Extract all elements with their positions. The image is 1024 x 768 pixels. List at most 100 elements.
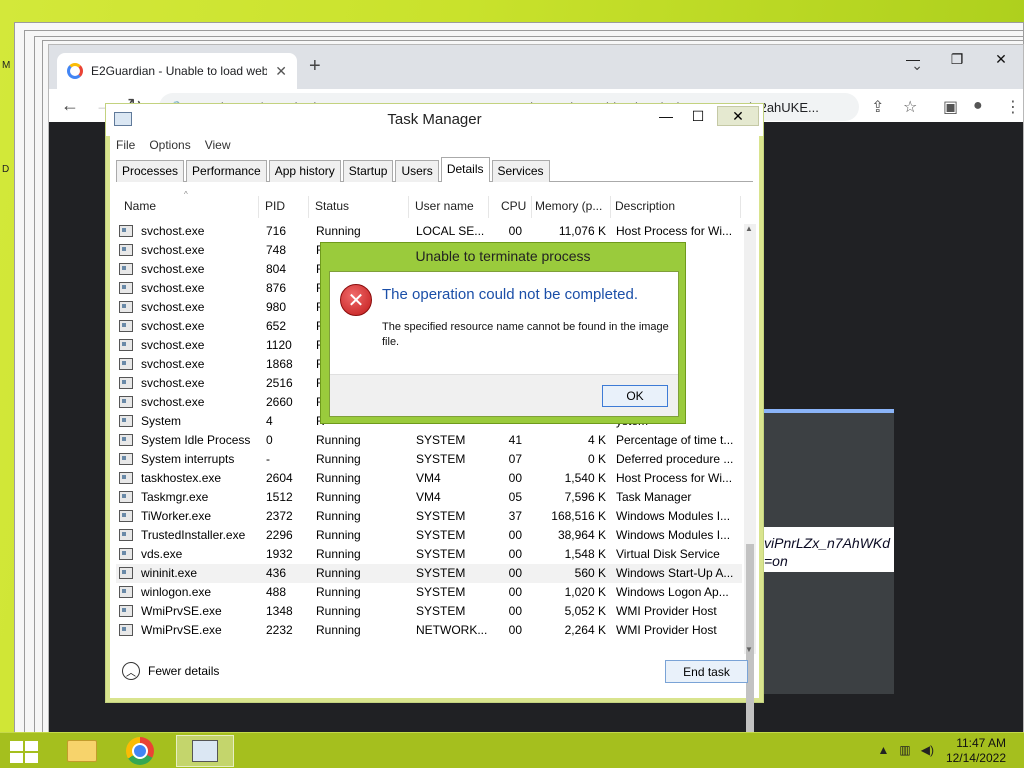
table-row[interactable]: System Idle Process 0 Running SYSTEM 41 4 K Pe… (116, 431, 742, 450)
cell-pid: 2604 (266, 471, 293, 485)
table-row[interactable]: svchost.exe 716 Running LOCAL SE... 00 11,076… (116, 222, 742, 241)
process-icon (119, 586, 133, 598)
menu-options[interactable]: Options (149, 138, 190, 152)
menu-file[interactable]: File (116, 138, 135, 152)
table-row[interactable]: vds.exe 1932 Running SYSTEM 00 1,548 K Virtual… (116, 545, 742, 564)
column-header-cpu[interactable]: CPU (497, 196, 532, 218)
tab-users[interactable]: Users (395, 160, 439, 182)
menu-icon[interactable]: ⋮ (1005, 97, 1021, 117)
scroll-down-icon[interactable]: ▼ (745, 645, 753, 654)
cell-cpu: 07 (508, 452, 522, 466)
table-row[interactable]: System interrupts - Running SYSTEM 07 0 K Defe… (116, 450, 742, 469)
cell-pid: 2660 (266, 395, 293, 409)
tab-services[interactable]: Services (491, 160, 550, 182)
cell-pid: 980 (266, 300, 287, 314)
cell-pid: 1348 (266, 604, 293, 618)
cell-pid: 488 (266, 585, 287, 599)
close-icon[interactable]: ✕ (717, 106, 759, 126)
process-icon (119, 529, 133, 541)
cell-status: Running (316, 585, 361, 599)
dialog-title: Unable to terminate process (415, 248, 591, 264)
cell-pid: 748 (266, 243, 287, 257)
side-panel-icon[interactable]: ▣ (943, 97, 958, 117)
close-tab-icon[interactable]: ✕ (275, 63, 287, 80)
scrollbar-thumb[interactable] (746, 544, 754, 734)
column-header-name[interactable]: Name (120, 196, 259, 218)
column-header-pid[interactable]: PID (261, 196, 309, 218)
table-row[interactable]: winlogon.exe 488 Running SYSTEM 00 1,020 K Win… (116, 583, 742, 602)
dialog-body: ✕ The operation could not be completed. … (329, 271, 679, 417)
title-bar[interactable]: Task Manager — ☐ ✕ (106, 104, 763, 136)
page-text-line: =on (764, 553, 788, 569)
minimize-icon[interactable]: — (891, 45, 935, 73)
cell-name: TrustedInstaller.exe (141, 528, 246, 542)
fewer-details-label: Fewer details (148, 664, 220, 678)
fewer-details-link[interactable]: ︿ Fewer details (122, 662, 219, 680)
tab-startup[interactable]: Startup (342, 160, 394, 182)
google-icon (67, 63, 83, 79)
cell-desc: Windows Start-Up A... (616, 566, 734, 580)
cell-pid: 716 (266, 224, 287, 238)
volume-icon[interactable]: ◀) (921, 743, 934, 757)
network-icon[interactable]: ▥ (899, 743, 910, 757)
taskbar: ▲ ▥ ◀) 11:47 AM 12/14/2022 (0, 732, 1024, 768)
page-text: viPnrLZx_n7AhWKd =on (764, 534, 890, 570)
tab-processes[interactable]: Processes (116, 160, 185, 182)
column-header-memory[interactable]: Memory (p... (531, 196, 611, 218)
maximize-icon[interactable]: ☐ (681, 106, 715, 126)
table-row[interactable]: WmiPrvSE.exe 2232 Running NETWORK... 00 2,264… (116, 621, 742, 640)
cell-name: Taskmgr.exe (141, 490, 209, 504)
cell-user: SYSTEM (416, 585, 466, 599)
cell-cpu: 00 (508, 224, 522, 238)
minimize-icon[interactable]: — (649, 106, 683, 126)
column-header-status[interactable]: Status (311, 196, 409, 218)
cell-mem: 1,548 K (564, 547, 606, 561)
folder-icon (67, 740, 97, 762)
table-row[interactable]: WmiPrvSE.exe 1348 Running SYSTEM 00 5,052 K WM… (116, 602, 742, 621)
dialog-main-instruction: The operation could not be completed. (382, 286, 639, 303)
process-icon (119, 320, 133, 332)
new-tab-icon[interactable]: + (309, 55, 321, 78)
cell-user: VM4 (416, 471, 441, 485)
table-row[interactable]: Taskmgr.exe 1512 Running VM4 05 7,596 K Task M… (116, 488, 742, 507)
ok-button[interactable]: OK (602, 385, 668, 407)
table-row[interactable]: TrustedInstaller.exe 2296 Running SYSTEM 00 3… (116, 526, 742, 545)
cell-status: Running (316, 547, 361, 561)
column-header-description[interactable]: Description (611, 196, 741, 218)
tab-app-history[interactable]: App history (268, 160, 341, 182)
profile-icon[interactable]: ● (973, 97, 983, 115)
cell-desc: Host Process for Wi... (616, 224, 733, 238)
browser-tab[interactable]: E2Guardian - Unable to load web ✕ (57, 53, 297, 89)
menu-view[interactable]: View (205, 138, 231, 152)
clock[interactable]: 11:47 AM 12/14/2022 (946, 736, 1006, 766)
cell-pid: 1868 (266, 357, 293, 371)
show-hidden-icons-icon[interactable]: ▲ (878, 743, 890, 757)
scroll-up-icon[interactable]: ▲ (745, 224, 753, 233)
cell-desc: Virtual Disk Service (616, 547, 720, 561)
table-row[interactable]: TiWorker.exe 2372 Running SYSTEM 37 168,516 K… (116, 507, 742, 526)
vertical-scrollbar[interactable]: ▲ ▼ (744, 224, 756, 734)
chevron-up-icon: ︿ (122, 662, 140, 680)
bookmark-star-icon[interactable]: ☆ (903, 97, 917, 117)
cell-pid: 1120 (266, 338, 292, 352)
taskbar-chrome[interactable] (114, 735, 166, 767)
table-row[interactable]: taskhostex.exe 2604 Running VM4 00 1,540 K Hos… (116, 469, 742, 488)
chrome-icon (126, 737, 154, 765)
tab-details[interactable]: Details (440, 157, 490, 182)
cell-desc: Percentage of time t... (616, 433, 734, 447)
tab-performance[interactable]: Performance (186, 160, 267, 182)
table-row[interactable]: wininit.exe 436 Running SYSTEM 00 560 K Window… (116, 564, 742, 583)
end-task-button[interactable]: End task (665, 660, 748, 683)
process-icon (119, 282, 133, 294)
share-icon[interactable]: ⇪ (871, 97, 884, 117)
cell-desc: WMI Provider Host (616, 623, 717, 637)
column-header-user[interactable]: User name (411, 196, 489, 218)
dialog-detail-text: The specified resource name cannot be fo… (382, 321, 669, 348)
back-icon[interactable]: ← (61, 95, 79, 116)
taskbar-task-manager[interactable] (176, 735, 234, 767)
taskbar-file-explorer[interactable] (56, 735, 108, 767)
cell-desc: Host Process for Wi... (616, 471, 733, 485)
start-button[interactable] (10, 741, 38, 763)
maximize-icon[interactable]: ❐ (935, 45, 979, 73)
close-icon[interactable]: ✕ (979, 45, 1023, 73)
